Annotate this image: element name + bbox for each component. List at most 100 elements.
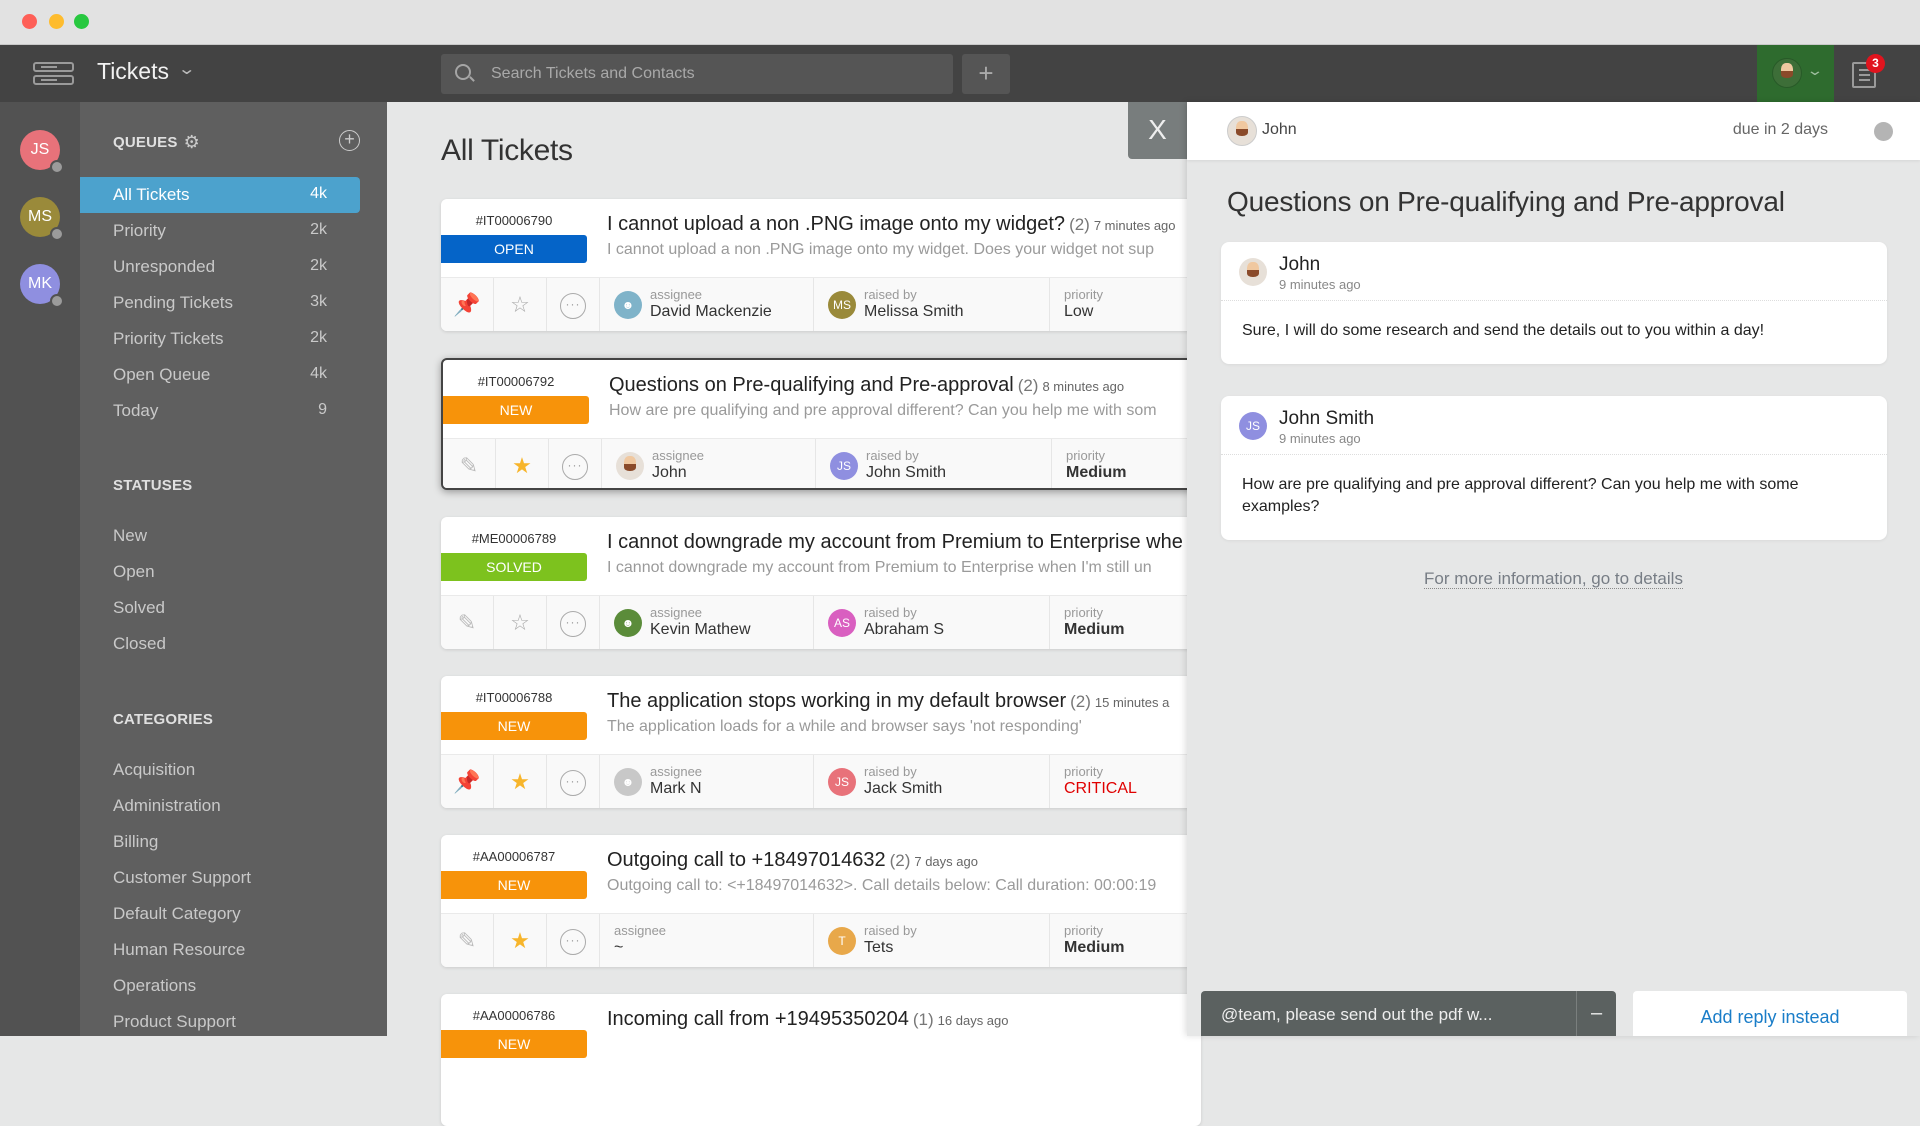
sidebar-category-item[interactable]: Administration <box>113 796 221 816</box>
pin-icon[interactable]: 📌 <box>441 278 494 331</box>
priority-field[interactable]: priority Medium <box>1052 439 1199 488</box>
add-queue-button[interactable]: + <box>339 130 360 151</box>
window-maximize-button[interactable] <box>74 14 89 29</box>
sidebar-category-item[interactable]: Default Category <box>113 904 241 924</box>
details-link[interactable]: For more information, go to details <box>1424 569 1683 589</box>
assignee-field[interactable]: assignee ~ <box>600 914 814 967</box>
add-reply-button[interactable]: Add reply instead <box>1633 991 1907 1036</box>
ticket-card[interactable]: #IT00006788 NEW The application stops wo… <box>441 676 1201 808</box>
priority-field[interactable]: priority CRITICAL <box>1050 755 1201 808</box>
sidebar-category-item[interactable]: Acquisition <box>113 760 195 780</box>
pin-icon[interactable]: ✎ <box>441 596 494 649</box>
ticket-subject[interactable]: I cannot downgrade my account from Premi… <box>607 531 1191 554</box>
ticket-subject[interactable]: I cannot upload a non .PNG image onto my… <box>607 213 1176 236</box>
agent-avatar[interactable]: MS <box>20 197 64 241</box>
chevron-down-icon[interactable]: ⌄ <box>177 59 196 79</box>
close-panel-button[interactable]: X <box>1128 102 1187 159</box>
agent-avatar[interactable]: JS <box>20 130 64 174</box>
more-options-button[interactable]: ··· <box>547 755 600 808</box>
more-options-button[interactable]: ··· <box>547 596 600 649</box>
sidebar-queue-item[interactable]: All Tickets 4k <box>80 177 360 213</box>
search-input[interactable] <box>491 54 941 94</box>
ticket-card[interactable]: #IT00006792 NEW Questions on Pre-qualify… <box>441 358 1201 490</box>
minimize-note-button[interactable]: – <box>1576 991 1616 1036</box>
pin-icon[interactable]: 📌 <box>441 755 494 808</box>
raised-by-field[interactable]: AS raised by Abraham S <box>814 596 1050 649</box>
assignee-field[interactable]: ☻ assignee Mark N <box>600 755 814 808</box>
raised-by-label: raised by <box>864 764 917 779</box>
priority-field[interactable]: priority Medium <box>1050 596 1201 649</box>
ticket-subject[interactable]: Questions on Pre-qualifying and Pre-appr… <box>609 374 1124 397</box>
menu-icon[interactable] <box>33 62 74 86</box>
star-icon[interactable]: ★ <box>494 914 547 967</box>
raised-by-avatar: AS <box>828 609 856 637</box>
pin-icon[interactable]: ✎ <box>441 914 494 967</box>
ticket-card[interactable]: #ME00006789 SOLVED I cannot downgrade my… <box>441 517 1201 649</box>
sidebar-status-item[interactable]: New <box>113 526 147 546</box>
ticket-card[interactable]: #AA00006787 NEW Outgoing call to +184970… <box>441 835 1201 967</box>
sidebar-category-item[interactable]: Product Support <box>113 1012 236 1032</box>
star-icon[interactable]: ☆ <box>494 278 547 331</box>
ticket-card[interactable]: #AA00006786 NEW Incoming call from +1949… <box>441 994 1201 1126</box>
pin-icon[interactable]: ✎ <box>443 439 496 488</box>
raised-by-field[interactable]: JS raised by John Smith <box>816 439 1052 488</box>
more-options-button[interactable]: ··· <box>549 439 602 488</box>
queue-count: 2k <box>310 221 327 238</box>
assignee-avatar: ☻ <box>614 768 642 796</box>
message-author: John Smith <box>1279 408 1375 429</box>
sidebar-status-item[interactable]: Open <box>113 562 155 582</box>
note-draft-bar[interactable]: @team, please send out the pdf w... – <box>1201 991 1616 1036</box>
sidebar-category-item[interactable]: Customer Support <box>113 868 251 888</box>
assignee-field[interactable]: assignee John <box>602 439 816 488</box>
gear-icon[interactable]: ⚙ <box>184 132 200 153</box>
assignee-field[interactable]: ☻ assignee David Mackenzie <box>600 278 814 331</box>
sidebar-queue-item[interactable]: Pending Tickets 3k <box>80 285 360 321</box>
ticket-time: 7 days ago <box>914 854 978 869</box>
window-minimize-button[interactable] <box>49 14 64 29</box>
more-options-button[interactable]: ··· <box>547 278 600 331</box>
assignee-field[interactable]: ☻ assignee Kevin Mathew <box>600 596 814 649</box>
star-icon[interactable]: ★ <box>494 755 547 808</box>
avatar-initials: MK <box>28 275 52 292</box>
sidebar-status-item[interactable]: Solved <box>113 598 165 618</box>
message-time: 9 minutes ago <box>1279 277 1361 292</box>
user-avatar <box>1772 58 1802 88</box>
notifications-button[interactable]: 3 <box>1852 54 1885 88</box>
ticket-time: 7 minutes ago <box>1093 218 1176 233</box>
user-menu-button[interactable]: ⌄ <box>1757 45 1834 102</box>
detail-assignee[interactable]: John <box>1262 121 1297 139</box>
ticket-id: #ME00006789 <box>471 531 557 546</box>
reply-count: (2) <box>1017 376 1039 395</box>
raised-by-field[interactable]: T raised by Tets <box>814 914 1050 967</box>
priority-field[interactable]: priority Medium <box>1050 914 1201 967</box>
sidebar-queue-item[interactable]: Today 9 <box>80 393 360 429</box>
priority-field[interactable]: priority Low <box>1050 278 1201 331</box>
star-icon[interactable]: ☆ <box>494 596 547 649</box>
app-title[interactable]: Tickets <box>97 58 169 85</box>
ticket-subject[interactable]: The application stops working in my defa… <box>607 690 1169 713</box>
status-badge: NEW <box>441 712 587 740</box>
status-dot[interactable] <box>1874 122 1893 141</box>
add-ticket-button[interactable]: + <box>962 54 1010 94</box>
sidebar-category-item[interactable]: Billing <box>113 832 158 852</box>
ticket-subject[interactable]: Incoming call from +19495350204 (1) 16 day… <box>607 1008 1009 1031</box>
ticket-card[interactable]: #IT00006790 OPEN I cannot upload a non .… <box>441 199 1201 331</box>
raised-by-field[interactable]: JS raised by Jack Smith <box>814 755 1050 808</box>
sidebar-category-item[interactable]: Operations <box>113 976 196 996</box>
more-options-button[interactable]: ··· <box>547 914 600 967</box>
sidebar-status-item[interactable]: Closed <box>113 634 166 654</box>
ticket-subject[interactable]: Outgoing call to +18497014632 (2) 7 days a… <box>607 849 978 872</box>
reply-count: (1) <box>912 1010 934 1029</box>
sidebar-category-item[interactable]: Human Resource <box>113 940 245 960</box>
star-icon[interactable]: ★ <box>496 439 549 488</box>
sidebar-queue-item[interactable]: Open Queue 4k <box>80 357 360 393</box>
agent-avatar[interactable]: MK <box>20 264 64 308</box>
sidebar-queue-item[interactable]: Unresponded 2k <box>80 249 360 285</box>
ticket-id: #IT00006788 <box>475 690 553 705</box>
window-close-button[interactable] <box>22 14 37 29</box>
sidebar-queue-item[interactable]: Priority 2k <box>80 213 360 249</box>
raised-by-label: raised by <box>864 605 917 620</box>
note-draft-text[interactable]: @team, please send out the pdf w... <box>1221 1005 1492 1025</box>
sidebar-queue-item[interactable]: Priority Tickets 2k <box>80 321 360 357</box>
raised-by-field[interactable]: MS raised by Melissa Smith <box>814 278 1050 331</box>
